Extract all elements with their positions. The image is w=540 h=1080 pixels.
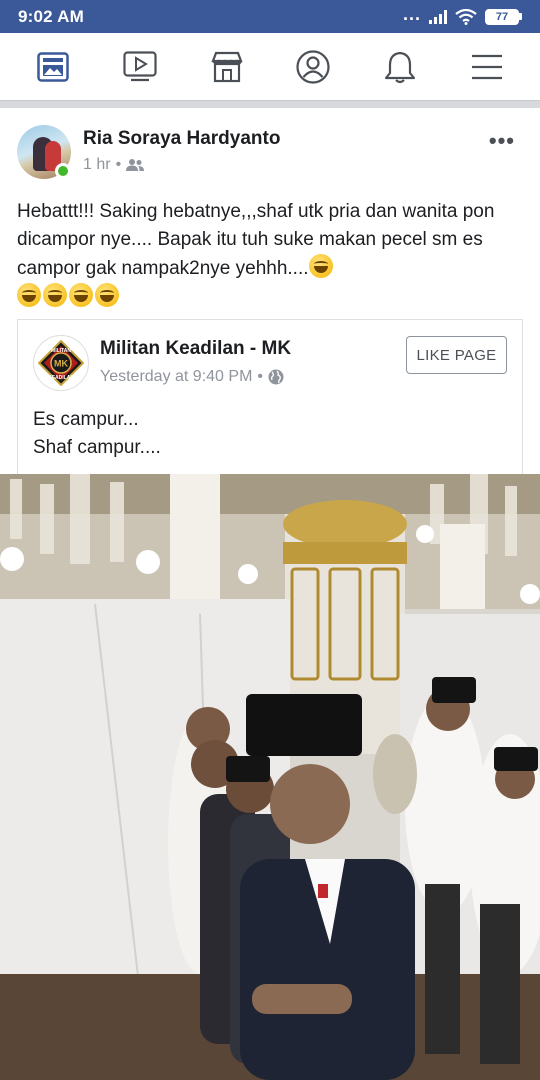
- post-meta: 1 hr •: [83, 156, 145, 174]
- shared-post-time[interactable]: Yesterday at 9:40 PM: [100, 368, 252, 386]
- post-photo-image: [0, 474, 540, 1080]
- author-name[interactable]: Ria Soraya Hardyanto: [83, 128, 280, 150]
- shared-page-name[interactable]: Militan Keadilan - MK: [100, 338, 291, 360]
- bell-icon: [384, 51, 416, 83]
- grinning-face-emoji-icon: [69, 283, 93, 307]
- status-time: 9:02 AM: [18, 6, 84, 26]
- nav-profile[interactable]: [283, 37, 343, 97]
- nav-marketplace[interactable]: [197, 37, 257, 97]
- post-header: Ria Soraya Hardyanto 1 hr • •••: [0, 108, 540, 186]
- logo-mid-text: MK: [54, 359, 68, 369]
- video-play-icon: [123, 50, 157, 81]
- logo-bottom-text: KEADILAN: [48, 375, 74, 381]
- shared-text-line-2: Shaf campur....: [33, 437, 161, 458]
- grinning-face-emoji-icon: [95, 283, 119, 307]
- signal-icon: [429, 9, 447, 24]
- hamburger-menu-icon: [471, 54, 502, 79]
- status-bar: 9:02 AM ... 77: [0, 0, 540, 33]
- nav-notifications[interactable]: [370, 37, 430, 97]
- like-page-button[interactable]: LIKE PAGE: [406, 336, 507, 374]
- friends-icon: [126, 159, 145, 171]
- meta-separator: •: [115, 156, 122, 173]
- meta-separator: •: [257, 368, 263, 385]
- post-options-button[interactable]: •••: [489, 128, 515, 154]
- store-icon: [211, 51, 243, 82]
- feed-post: Ria Soraya Hardyanto 1 hr • ••• Hebattt!…: [0, 108, 540, 474]
- battery-level: 77: [485, 8, 519, 25]
- nav-divider: [0, 100, 540, 108]
- battery-icon: 77: [485, 8, 522, 25]
- globe-icon: [268, 369, 284, 385]
- status-dots: ...: [402, 3, 421, 24]
- post-time[interactable]: 1 hr: [83, 156, 111, 174]
- nav-news-feed[interactable]: [23, 37, 83, 97]
- online-status-dot: [55, 163, 71, 179]
- top-nav-bar: [0, 33, 540, 100]
- nav-watch[interactable]: [110, 37, 170, 97]
- profile-icon: [296, 49, 330, 84]
- shared-post-meta: Yesterday at 9:40 PM •: [100, 368, 284, 386]
- grinning-face-emoji-icon: [43, 283, 67, 307]
- post-photo[interactable]: [0, 474, 540, 1080]
- grinning-face-emoji-icon: [17, 283, 41, 307]
- grinning-face-emoji-icon: [308, 254, 333, 278]
- status-icons: ... 77: [402, 3, 522, 25]
- shared-text-line-1: Es campur...: [33, 409, 139, 430]
- shared-post-card[interactable]: MK MILITAN KEADILAN Militan Keadilan - M…: [17, 319, 523, 474]
- logo-top-text: MILITAN: [51, 348, 71, 354]
- news-feed-icon: [37, 51, 70, 82]
- militan-keadilan-logo-icon: MK MILITAN KEADILAN: [37, 339, 85, 387]
- page-logo[interactable]: MK MILITAN KEADILAN: [33, 335, 89, 391]
- post-text: Hebattt!!! Saking hebatnye,,,shaf utk pr…: [17, 198, 527, 312]
- wifi-icon: [455, 8, 477, 25]
- nav-menu[interactable]: [457, 37, 517, 97]
- post-body: Hebattt!!! Saking hebatnye,,,shaf utk pr…: [17, 201, 495, 279]
- shared-post-text: Es campur... Shaf campur....: [33, 406, 161, 462]
